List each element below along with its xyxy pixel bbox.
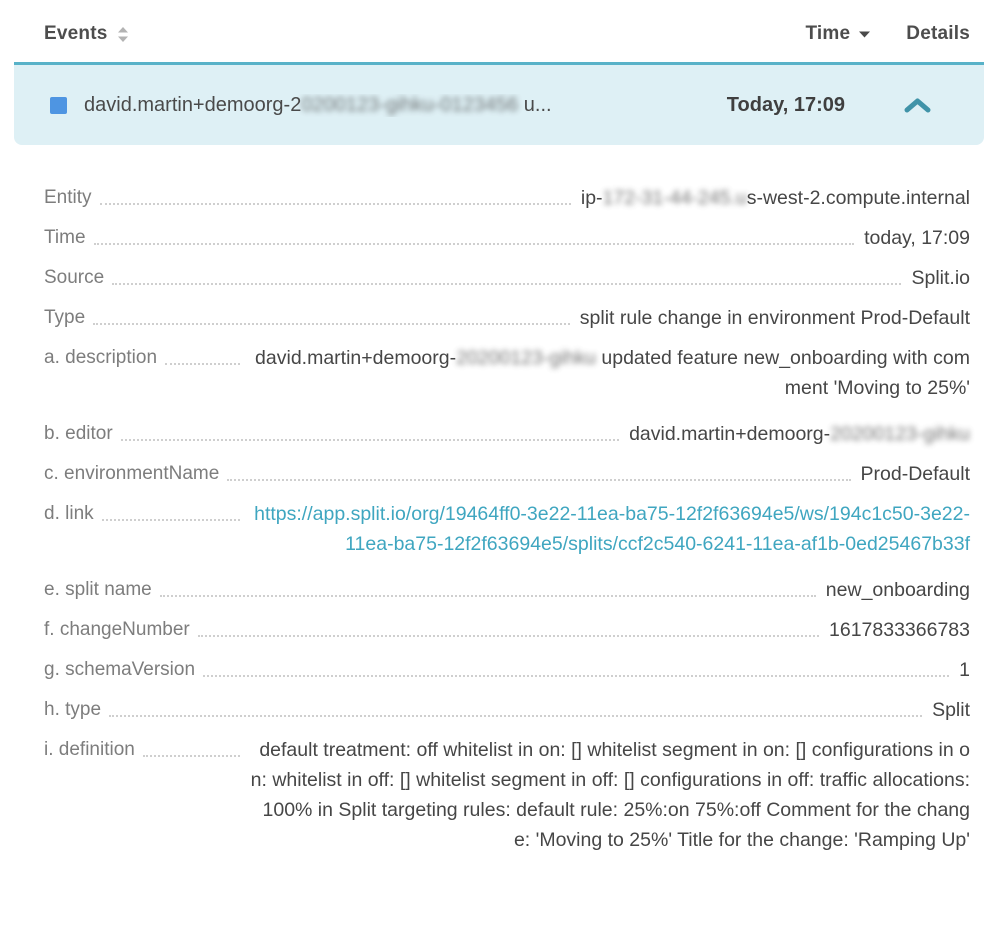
- detail-row: i. definition default treatment: off whit…: [44, 735, 970, 855]
- detail-value: new_onboarding: [826, 575, 970, 605]
- dotted-leader: [94, 223, 855, 245]
- dotted-leader: [198, 615, 819, 637]
- detail-label: g. schemaVersion: [44, 655, 195, 685]
- detail-row: d. link https://app.split.io/org/19464ff0…: [44, 499, 970, 559]
- dotted-leader: [109, 695, 922, 717]
- event-row-expanded[interactable]: david.martin+demoorg-20200123-gihku-0123…: [14, 62, 984, 145]
- event-time: Today, 17:09: [727, 94, 845, 117]
- value-text: david.martin+demoorg-: [629, 423, 830, 445]
- detail-value: Prod-Default: [861, 459, 970, 489]
- dotted-leader: [102, 499, 240, 521]
- redacted-text: 20200123-gihku: [830, 423, 970, 445]
- dotted-leader: [143, 735, 240, 757]
- details-column-label: Details: [906, 23, 970, 45]
- detail-label: b. editor: [44, 419, 113, 449]
- detail-value: default treatment: off whitelist in on: …: [250, 735, 970, 855]
- detail-value: today, 17:09: [864, 223, 970, 253]
- redacted-text: 20200123-gihku: [456, 347, 596, 369]
- detail-row: Source Split.io: [44, 263, 970, 293]
- dotted-leader: [160, 575, 816, 597]
- value-text: Prod-Default: [861, 463, 970, 485]
- detail-value: Split: [932, 695, 970, 725]
- detail-label: d. link: [44, 499, 94, 529]
- detail-value: david.martin+demoorg-20200123-gihku: [629, 419, 970, 449]
- detail-value: split rule change in environment Prod-De…: [580, 303, 970, 333]
- detail-label: c. environmentName: [44, 459, 219, 489]
- redacted-text: 172-31-44-245.u: [603, 187, 747, 209]
- detail-value: Split.io: [911, 263, 970, 293]
- split-console-link[interactable]: https://app.split.io/org/19464ff0-3e22-1…: [254, 503, 970, 555]
- events-column-header[interactable]: Events: [44, 23, 129, 45]
- value-text: updated feature new_onboarding with comm…: [596, 347, 970, 399]
- detail-label: f. changeNumber: [44, 615, 190, 645]
- detail-label: Time: [44, 223, 86, 253]
- detail-row: Entity ip-172-31-44-245.us-west-2.compute…: [44, 183, 970, 213]
- detail-label: Source: [44, 263, 104, 293]
- sort-up-down-icon: [117, 26, 129, 43]
- dotted-leader: [165, 343, 240, 365]
- event-title: david.martin+demoorg-20200123-gihku-0123…: [84, 94, 727, 117]
- detail-row: a. description david.martin+demoorg-20200…: [44, 343, 970, 403]
- dotted-leader: [121, 419, 619, 441]
- event-title-prefix: david.martin+demoorg-2: [84, 94, 301, 116]
- detail-label: Type: [44, 303, 85, 333]
- detail-row: h. type Split: [44, 695, 970, 725]
- detail-row: f. changeNumber 1617833366783: [44, 615, 970, 645]
- detail-value: https://app.split.io/org/19464ff0-3e22-1…: [250, 499, 970, 559]
- value-text: split rule change in environment Prod-De…: [580, 307, 970, 329]
- dotted-leader: [112, 263, 901, 285]
- value-text: s-west-2.compute.internal: [747, 187, 970, 209]
- detail-label: a. description: [44, 343, 157, 373]
- detail-label: e. split name: [44, 575, 152, 605]
- detail-row: Time today, 17:09: [44, 223, 970, 253]
- value-text: 1617833366783: [829, 619, 970, 641]
- detail-value: david.martin+demoorg-20200123-gihku upda…: [250, 343, 970, 403]
- value-text: david.martin+demoorg-: [255, 347, 456, 369]
- detail-label: i. definition: [44, 735, 135, 765]
- redacted-text: 0200123-gihku-0123456: [301, 94, 518, 116]
- collapse-event-button[interactable]: [903, 97, 932, 114]
- events-column-label: Events: [44, 23, 108, 45]
- value-text: Split.io: [911, 267, 970, 289]
- value-text: Split: [932, 699, 970, 721]
- time-column-header[interactable]: Time: [805, 23, 870, 45]
- time-column-label: Time: [805, 23, 850, 45]
- event-marker-icon: [50, 97, 67, 114]
- detail-row: Type split rule change in environment Pro…: [44, 303, 970, 333]
- value-text: ip-: [581, 187, 603, 209]
- detail-row: c. environmentName Prod-Default: [44, 459, 970, 489]
- value-text: today, 17:09: [864, 227, 970, 249]
- dotted-leader: [227, 459, 850, 481]
- detail-row: b. editor david.martin+demoorg-20200123-g…: [44, 419, 970, 449]
- detail-row: g. schemaVersion 1: [44, 655, 970, 685]
- value-text: new_onboarding: [826, 579, 970, 601]
- detail-row: e. split name new_onboarding: [44, 575, 970, 605]
- dotted-leader: [203, 655, 949, 677]
- dotted-leader: [100, 183, 571, 205]
- events-table-header: Events Time Details: [0, 0, 984, 62]
- detail-value: 1617833366783: [829, 615, 970, 645]
- detail-label: h. type: [44, 695, 101, 725]
- caret-down-icon: [859, 31, 870, 38]
- value-text: 1: [959, 659, 970, 681]
- details-list: Entity ip-172-31-44-245.us-west-2.compute…: [0, 145, 984, 855]
- detail-value: 1: [959, 655, 970, 685]
- detail-value: ip-172-31-44-245.us-west-2.compute.inter…: [581, 183, 970, 213]
- detail-label: Entity: [44, 183, 92, 213]
- chevron-up-icon: [903, 102, 932, 117]
- dotted-leader: [93, 303, 570, 325]
- value-text: default treatment: off whitelist in on: …: [251, 739, 970, 851]
- event-title-suffix: u...: [518, 94, 551, 116]
